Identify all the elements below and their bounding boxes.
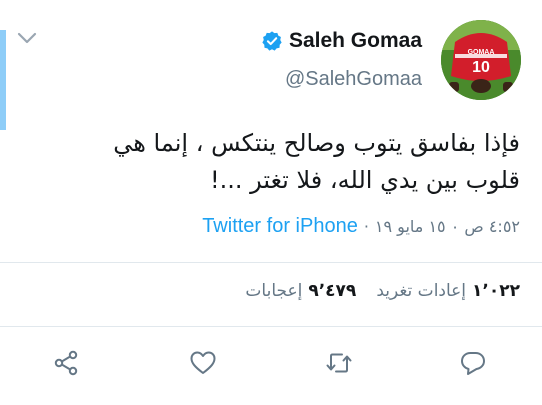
retweet-button[interactable] [319, 345, 359, 385]
tweet-text: فإذا بفاسق يتوب وصالح ينتكس ، إنما هي قل… [20, 125, 520, 199]
likes-stat[interactable]: ٩٬٤٧٩ إعجابات [245, 281, 356, 301]
avatar-jersey-number: 10 [472, 59, 490, 76]
avatar-jersey-name: GOMAA [468, 49, 495, 56]
tweet-meta: ٤:٥٢ ص ٠ ١٥ مايو ١٩ · Twitter for iPhone [202, 215, 520, 238]
author-name-row[interactable]: Saleh Gomaa [261, 29, 422, 53]
tweet-text-line: فإذا بفاسق يتوب وصالح ينتكس ، إنما هي [113, 129, 520, 157]
retweets-stat[interactable]: ١٬٠٢٢ إعادات تغريد [376, 281, 520, 301]
heart-icon [189, 349, 217, 381]
timestamp[interactable]: ٤:٥٢ ص ٠ ١٥ مايو ١٩ [375, 217, 520, 236]
retweet-icon [325, 349, 353, 381]
reply-icon [459, 349, 487, 381]
stats-row: ١٬٠٢٢ إعادات تغريد ٩٬٤٧٩ إعجابات [245, 281, 520, 301]
tweet-actions [0, 345, 542, 385]
avatar[interactable]: GOMAA 10 [441, 20, 521, 100]
likes-label: إعجابات [245, 281, 303, 301]
chevron-down-icon[interactable] [16, 30, 38, 46]
retweets-count: ١٬٠٢٢ [472, 281, 520, 301]
divider [0, 326, 542, 327]
user-handle[interactable]: @SalehGomaa [285, 68, 422, 91]
divider [0, 262, 542, 263]
focus-indicator-bar [0, 30, 6, 130]
verified-badge-icon [261, 30, 283, 52]
display-name: Saleh Gomaa [288, 29, 422, 52]
tweet-text-line: قلوب بين يدي الله، فلا تغتر ...! [209, 166, 520, 194]
share-button[interactable] [46, 345, 86, 385]
likes-count: ٩٬٤٧٩ [308, 281, 357, 301]
reply-button[interactable] [453, 345, 493, 385]
retweets-label: إعادات تغريد [376, 281, 467, 301]
meta-separator: · [363, 217, 369, 236]
source-link[interactable]: Twitter for iPhone [202, 215, 358, 238]
share-icon [52, 349, 80, 381]
like-button[interactable] [183, 345, 223, 385]
